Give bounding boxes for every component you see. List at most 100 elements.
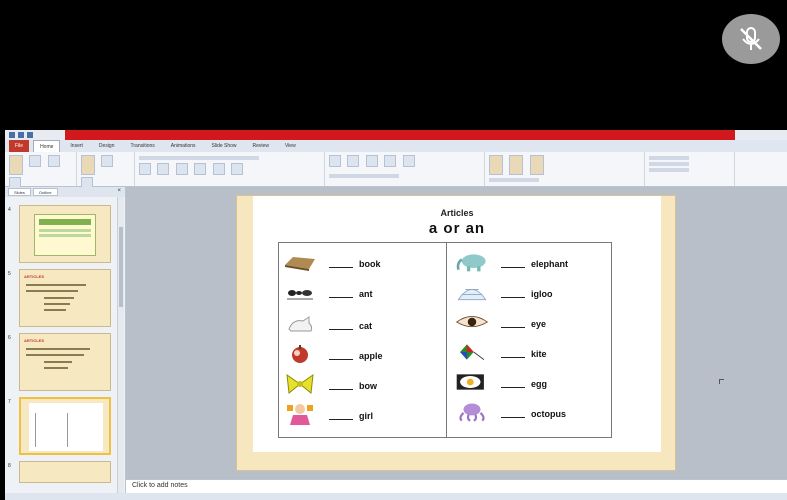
list-item: octopus (451, 401, 611, 425)
thumbnail-image-selected (19, 397, 111, 455)
replace-control[interactable] (649, 162, 689, 166)
copy-icon[interactable] (47, 155, 60, 167)
powerpoint-window: File Home Insert Design Transitions Anim… (5, 130, 787, 500)
italic-icon[interactable] (157, 163, 170, 175)
thumbnail-line (26, 354, 84, 356)
slide-content-area: Articles a or an book ant cat apple bow … (253, 196, 661, 452)
tab-design[interactable]: Design (93, 140, 121, 152)
girl-icon (287, 404, 313, 425)
font-group (135, 152, 325, 186)
bullets-icon[interactable] (329, 155, 341, 167)
answer-blank (501, 327, 525, 328)
tab-home[interactable]: Home (33, 140, 61, 152)
tab-review[interactable]: Review (247, 140, 275, 152)
egg-icon (456, 374, 484, 390)
thumbnail-number: 8 (8, 463, 11, 469)
notes-pane[interactable]: Click to add notes (126, 479, 787, 494)
shadow-icon[interactable] (194, 163, 207, 175)
slide-thumbnail-4[interactable]: 4 (5, 205, 125, 265)
mic-muted-button[interactable] (722, 14, 780, 64)
answer-blank (329, 359, 353, 360)
paste-button[interactable] (9, 155, 23, 175)
thumbnail-col (35, 413, 62, 447)
list-item: egg (451, 371, 611, 395)
tab-file[interactable]: File (9, 140, 30, 152)
tab-view[interactable]: View (279, 140, 302, 152)
list-item: girl (279, 403, 439, 427)
select-control[interactable] (649, 168, 689, 172)
text-direction-control[interactable] (329, 174, 399, 178)
list-item: bow (279, 373, 439, 397)
shape-fill-control[interactable] (489, 178, 539, 182)
slide-editor: Articles a or an book ant cat apple bow … (126, 187, 787, 479)
thumbnail-line (26, 290, 78, 292)
word-label: eye (531, 319, 547, 329)
scrollbar-thumb[interactable] (119, 227, 123, 307)
quick-styles-button[interactable] (529, 155, 544, 175)
list-item: book (279, 251, 439, 275)
strike-icon[interactable] (212, 163, 225, 175)
shapes-button[interactable] (489, 155, 503, 175)
close-pane-icon[interactable]: × (117, 188, 121, 194)
notes-placeholder: Click to add notes (132, 482, 188, 489)
slide-subtitle: a or an (428, 220, 486, 237)
align-left-icon[interactable] (365, 155, 378, 167)
answer-blank (501, 417, 525, 418)
bold-icon[interactable] (139, 163, 151, 175)
list-item: ant (279, 281, 439, 305)
video-top-area (0, 0, 787, 130)
word-label: cat (359, 321, 373, 331)
undo-icon[interactable] (18, 132, 24, 138)
underline-icon[interactable] (175, 163, 188, 175)
thumbnail-line (39, 229, 91, 232)
numbering-icon[interactable] (347, 155, 360, 167)
thumbnail-number: 7 (8, 399, 11, 405)
list-item: kite (451, 341, 611, 365)
cut-icon[interactable] (29, 155, 42, 167)
tab-transitions[interactable]: Transitions (125, 140, 161, 152)
save-icon[interactable] (9, 132, 15, 138)
new-slide-button[interactable] (81, 155, 95, 175)
cat-icon (288, 316, 313, 332)
word-label: octopus (531, 409, 566, 419)
editing-group (645, 152, 735, 186)
layout-button[interactable] (101, 155, 114, 167)
thumbnail-line (44, 303, 70, 305)
book-icon (285, 257, 315, 271)
pane-tabs: Slides Outline (5, 187, 125, 197)
mic-off-icon (740, 27, 762, 50)
align-right-icon[interactable] (402, 155, 415, 167)
octopus-icon (459, 403, 485, 422)
answer-blank (501, 387, 525, 388)
find-control[interactable] (649, 156, 689, 160)
slide-thumbnail-7[interactable]: 7 (5, 397, 125, 457)
tab-animations[interactable]: Animations (165, 140, 202, 152)
slide-thumbnail-6[interactable]: 6 ARTICLES (5, 333, 125, 393)
thumbnail-line (44, 297, 74, 299)
column-divider (446, 243, 447, 437)
list-item: igloo (451, 281, 611, 305)
eye-icon (455, 316, 489, 328)
word-label: kite (531, 349, 547, 359)
tab-outline[interactable]: Outline (32, 188, 58, 196)
pane-scrollbar[interactable] (117, 197, 124, 497)
word-label: ant (359, 289, 373, 299)
arrange-button[interactable] (509, 155, 524, 175)
thumbnail-line (44, 309, 66, 311)
font-color-icon[interactable] (231, 163, 244, 175)
thumbnail-bar (39, 219, 91, 225)
font-selector[interactable] (139, 156, 259, 160)
current-slide[interactable]: Articles a or an book ant cat apple bow … (236, 195, 676, 471)
tab-slide-show[interactable]: Slide Show (206, 140, 243, 152)
list-item: elephant (451, 251, 611, 275)
quick-access-toolbar (9, 132, 33, 138)
redo-icon[interactable] (27, 132, 33, 138)
list-item: eye (451, 311, 611, 335)
slide-thumbnail-5[interactable]: 5 ARTICLES (5, 269, 125, 329)
thumbnail-line (39, 234, 91, 237)
word-label: girl (359, 411, 374, 421)
tab-insert[interactable]: Insert (64, 140, 89, 152)
tab-slides[interactable]: Slides (8, 188, 31, 196)
drawing-group (485, 152, 645, 186)
align-center-icon[interactable] (384, 155, 397, 167)
